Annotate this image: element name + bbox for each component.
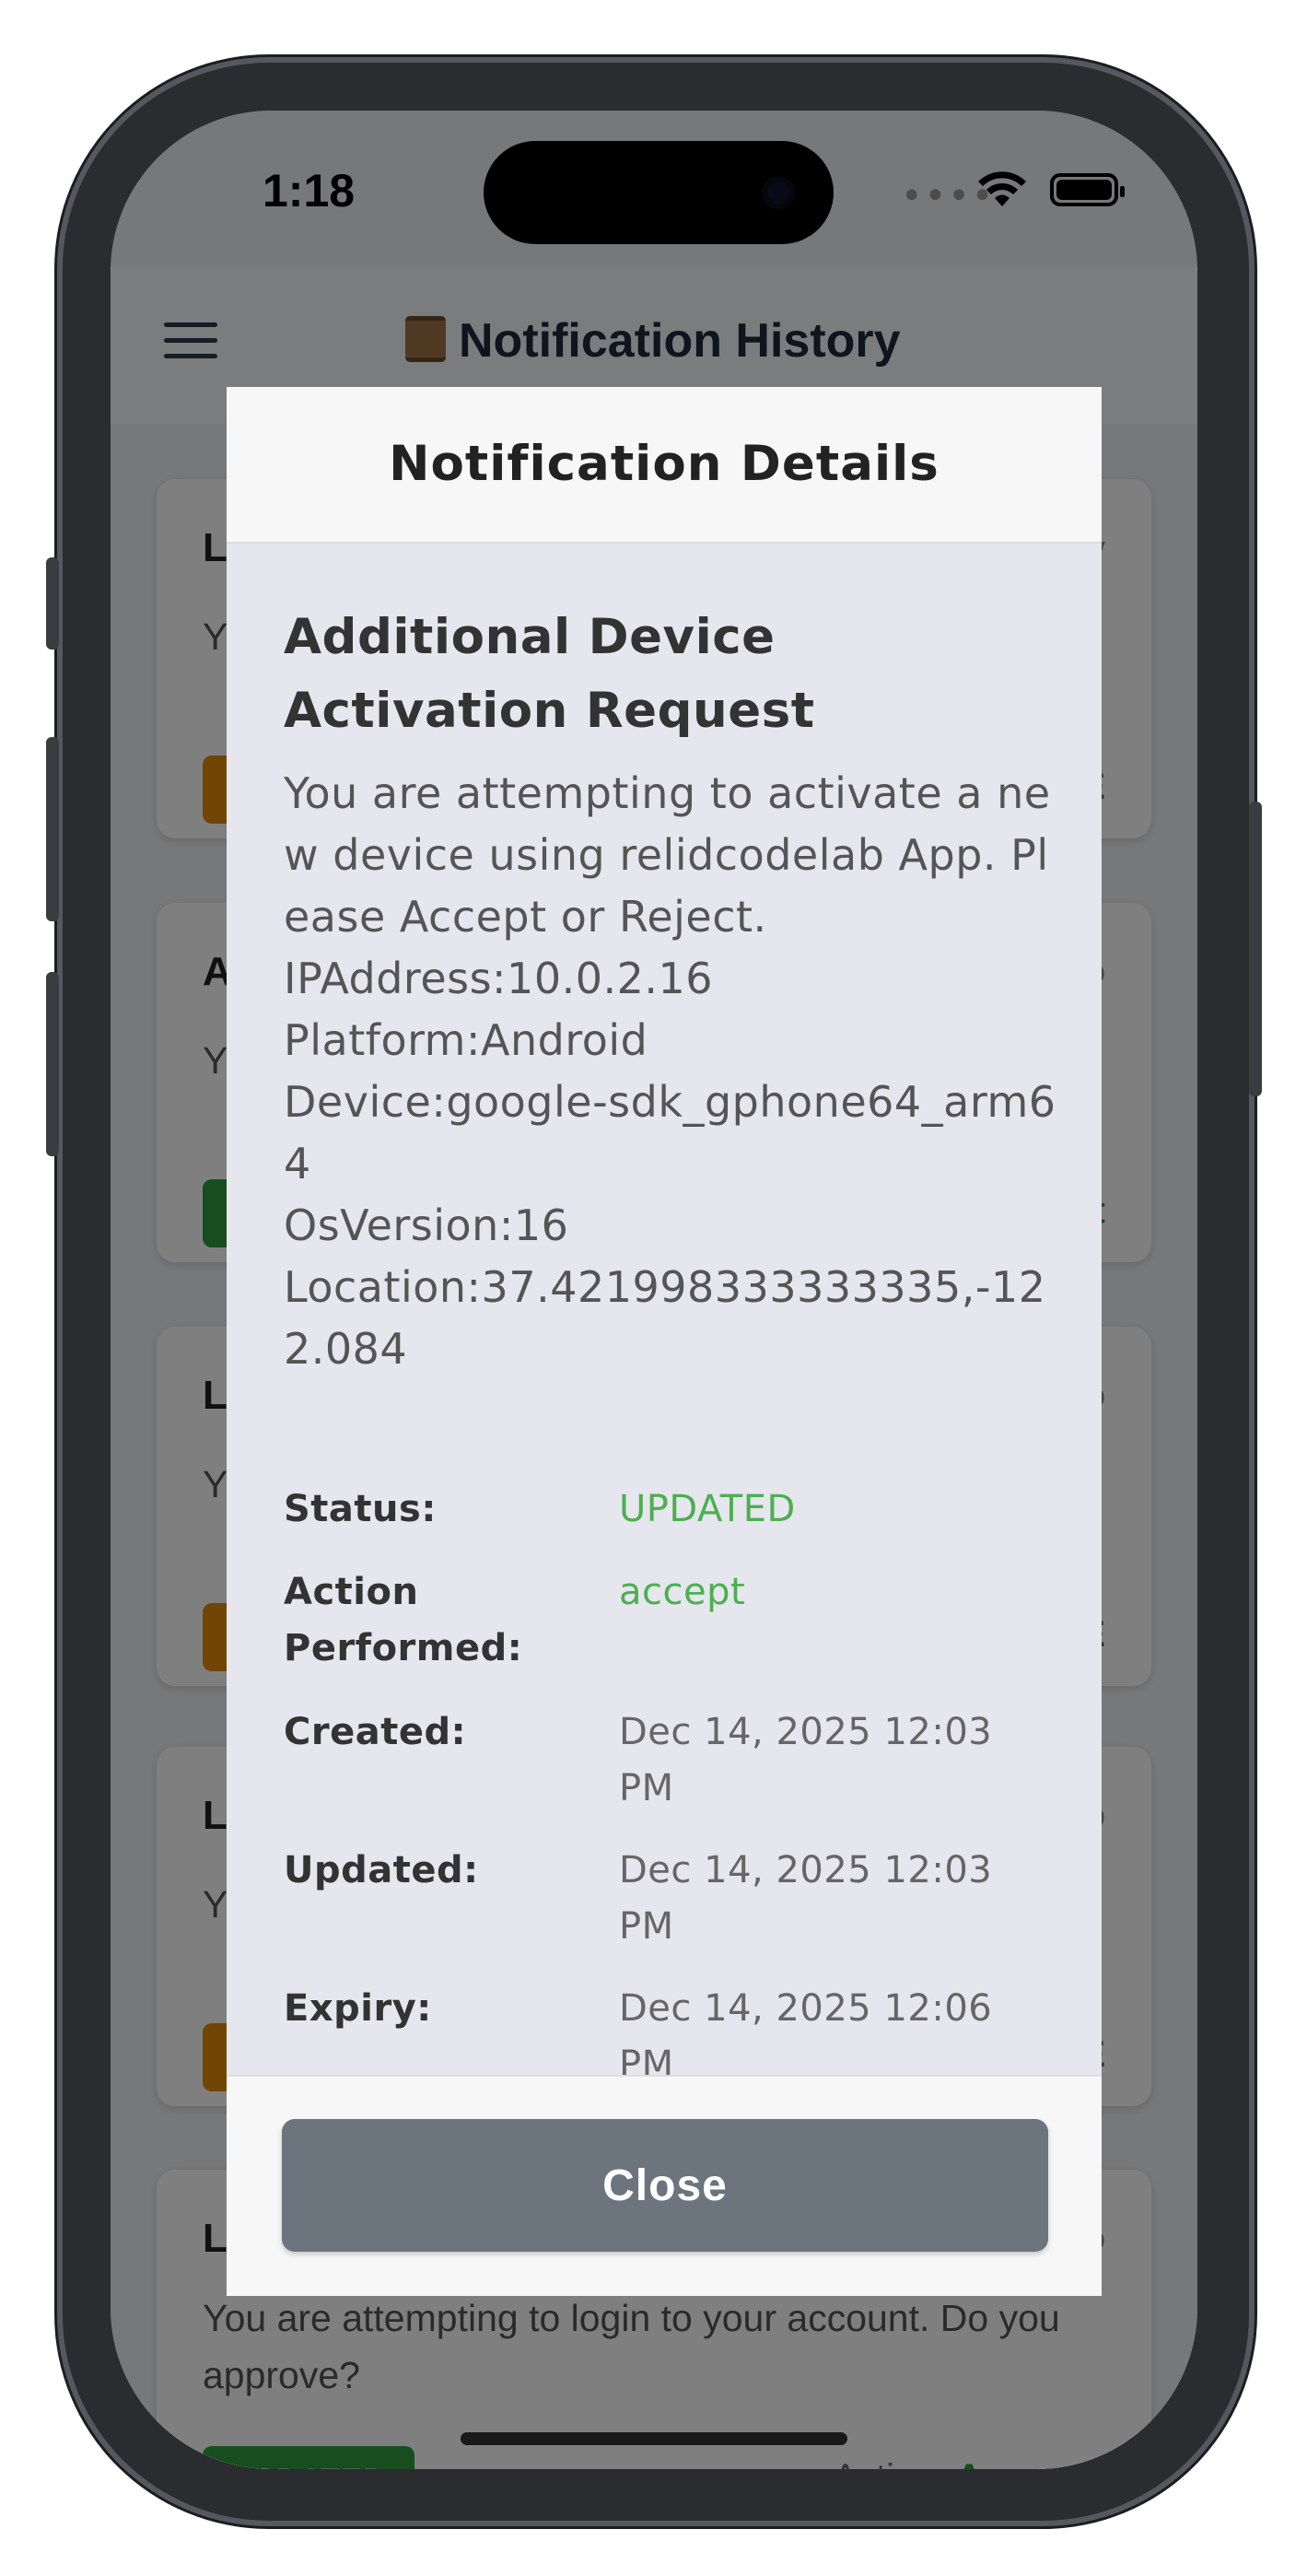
phone-volume-up-button — [46, 737, 59, 921]
action-performed-value: accept — [619, 1571, 746, 1613]
modal-body[interactable]: Additional Device Activation Request You… — [227, 545, 1102, 2093]
notification-details-modal: Notification Details Additional Device A… — [227, 387, 1102, 2296]
status-label: Status: — [284, 1488, 437, 1530]
updated-label: Updated: — [284, 1849, 479, 1891]
status-value: UPDATED — [619, 1488, 796, 1530]
close-button[interactable]: Close — [282, 2119, 1048, 2252]
expiry-label: Expiry: — [284, 1987, 432, 2030]
phone-power-button — [1249, 802, 1262, 1096]
notification-message: You are attempting to activate a new dev… — [284, 768, 1056, 1374]
home-indicator[interactable] — [461, 2432, 847, 2445]
phone-screen: 1:18 •••• Notification History L y Y E — [111, 111, 1197, 2469]
created-label: Created: — [284, 1711, 467, 1753]
notification-title: Additional Device Activation Request — [284, 609, 815, 739]
action-performed-label: Action Performed: — [284, 1571, 523, 1669]
phone-volume-down-button — [46, 972, 59, 1156]
modal-title: Notification Details — [227, 387, 1102, 544]
modal-footer: Close — [227, 2075, 1102, 2296]
created-value: Dec 14, 2025 12:03 PM — [619, 1711, 993, 1809]
phone-mute-switch — [46, 557, 59, 650]
updated-value: Dec 14, 2025 12:03 PM — [619, 1849, 993, 1948]
